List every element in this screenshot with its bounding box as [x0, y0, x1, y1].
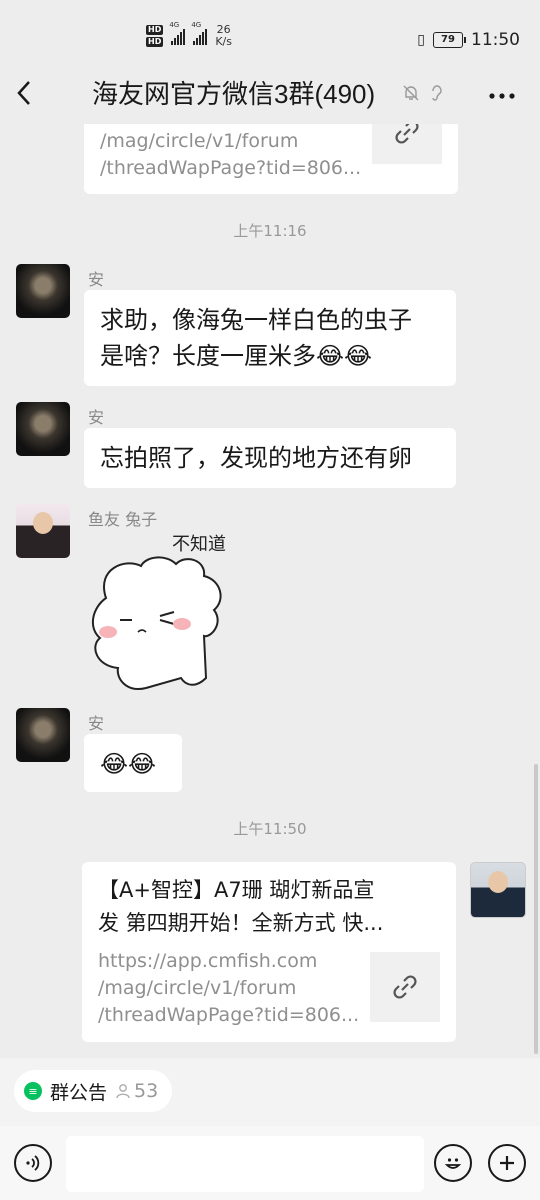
link-card[interactable]: /mag/circle/v1/forum /threadWapPage?tid=…	[84, 124, 458, 194]
emoji-icon[interactable]	[434, 1144, 472, 1182]
avatar[interactable]	[16, 504, 70, 558]
mute-indicators	[402, 84, 444, 102]
vibrate-icon: ▯	[417, 32, 425, 48]
chevron-left-icon[interactable]	[14, 78, 34, 114]
message-list[interactable]: /mag/circle/v1/forum /threadWapPage?tid=…	[0, 124, 540, 1058]
announcement-label: 群公告	[50, 1081, 108, 1104]
signal-icon: 4G	[191, 21, 208, 45]
hd-badge: HD	[146, 37, 164, 47]
announcement-icon: ≡	[24, 1082, 42, 1100]
sticker-image[interactable]: 不知道	[86, 528, 236, 692]
ear-icon	[432, 85, 442, 101]
battery-icon: 79	[433, 32, 466, 48]
signal-icon: 4G	[169, 21, 186, 45]
clock: 11:50	[471, 30, 520, 50]
avatar[interactable]	[16, 708, 70, 762]
avatar[interactable]	[470, 862, 526, 918]
link-chain-icon	[393, 975, 417, 999]
message-input[interactable]	[66, 1136, 424, 1192]
more-dots-icon[interactable]	[488, 72, 516, 109]
announcement-bar: ≡ 群公告 53	[0, 1058, 540, 1126]
link-url: /mag/circle/v1/forum /threadWapPage?tid=…	[100, 130, 362, 179]
timestamp: 上午11:16	[233, 222, 307, 240]
voice-icon[interactable]	[14, 1144, 52, 1182]
sender-name: 安	[88, 714, 105, 733]
hd-icons: HD HD	[146, 25, 164, 47]
group-announcement-button[interactable]: ≡ 群公告 53	[14, 1070, 173, 1112]
timestamp: 上午11:50	[233, 820, 307, 838]
link-thumbnail	[372, 124, 442, 164]
bell-muted-icon	[403, 85, 419, 101]
sender-name: 鱼友 兔子	[88, 510, 158, 529]
link-chain-icon	[395, 124, 419, 144]
network-indicators: HD HD 4G 4G 26 K/s	[146, 21, 232, 48]
avatar[interactable]	[16, 264, 70, 318]
scrollbar[interactable]	[534, 764, 538, 1054]
chat-title: 海友网官方微信3群(490)	[92, 79, 376, 109]
chat-header: 海友网官方微信3群(490)	[0, 66, 540, 124]
message-bubble[interactable]: 😂😂	[84, 734, 182, 792]
message-bubble[interactable]: 求助，像海兔一样白色的虫子 是啥？长度一厘米多😂😂	[84, 290, 456, 386]
input-bar	[0, 1126, 540, 1200]
avatar[interactable]	[16, 402, 70, 456]
plus-icon[interactable]	[488, 1144, 526, 1182]
sender-name: 安	[88, 408, 105, 427]
message-bubble[interactable]: 忘拍照了，发现的地方还有卵	[84, 428, 456, 488]
svg-text:不知道: 不知道	[172, 534, 226, 555]
link-title: 【A+智控】A7珊 瑚灯新品宣 发 第四期开始！全新方式 快...	[98, 878, 384, 935]
status-right: ▯ 79 11:50	[417, 30, 520, 50]
hd-badge: HD	[146, 25, 164, 35]
link-url: https://app.cmfish.com /mag/circle/v1/fo…	[98, 950, 360, 1026]
sender-name: 安	[88, 270, 105, 289]
link-card[interactable]: 【A+智控】A7珊 瑚灯新品宣 发 第四期开始！全新方式 快... https:…	[82, 862, 456, 1042]
link-thumbnail	[370, 952, 440, 1022]
member-count: 53	[115, 1080, 158, 1102]
network-speed: 26 K/s	[215, 23, 232, 48]
person-icon	[116, 1084, 130, 1099]
